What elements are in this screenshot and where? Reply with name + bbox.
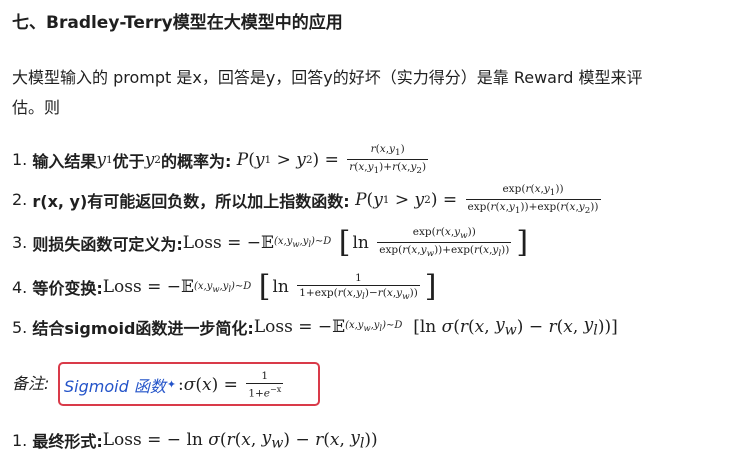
formula-final: Loss = − ln σ(r(x, yw) − r(x, yl))	[102, 428, 378, 452]
note-row: 备注:	[12, 362, 57, 406]
intro-text-line1: 大模型输入的 prompt 是x，回答是y，回答y的好坏（实力得分）是靠 Rew…	[12, 68, 643, 87]
item-number: 4.	[12, 277, 28, 297]
item-label-c: 的概率为:	[160, 151, 232, 171]
intro-text-line2: 估。则	[12, 98, 61, 117]
formula-exp-probability: P(y 1 > y 2) = exp(r(x,y1)) exp(r(x,y1))+ex…	[355, 183, 601, 217]
formula-sigmoid-loss: Loss = −𝔼 (x,yw,yl)∼D [ln σ(r(x, yw) − r(…	[253, 315, 618, 339]
item-number: 5.	[12, 317, 28, 337]
sigmoid-link[interactable]: Sigmoid 函数	[64, 373, 166, 397]
final-number: 1.	[12, 430, 28, 450]
math-y1: y1	[96, 149, 113, 170]
item-number: 2.	[12, 190, 28, 210]
item-label-b: 优于	[112, 151, 145, 171]
note-label: 备注:	[12, 374, 50, 393]
math-y2: y2	[144, 149, 161, 170]
item-label-a: 输入结果	[32, 151, 97, 171]
item-number: 1.	[12, 150, 28, 170]
final-label: 最终形式:	[32, 432, 103, 451]
final-formula: 1. 最终形式: Loss = − ln σ(r(x, yw) − r(x, y…	[12, 428, 378, 452]
note-content: Sigmoid 函数 ✦ : σ(x) = 1 1+e−x	[64, 370, 286, 400]
item-number: 3.	[12, 233, 28, 253]
formula-item-1: 1. 输入结果 y1 优于 y2 的概率为: P(y 1 > y 2) = r(x,…	[12, 143, 431, 176]
formula-probability: P(y 1 > y 2) = r(x,y1) r(x,y1)+r(x,y2)	[236, 143, 429, 177]
sparkle-icon: ✦	[166, 378, 177, 392]
formula-item-3: 3. 则损失函数可定义为: Loss = −𝔼 (x,yw,yl)∼D [ln e…	[12, 226, 530, 259]
formula-item-5: 5. 结合sigmoid函数进一步简化: Loss = −𝔼 (x,yw,yl)∼…	[12, 315, 618, 339]
formula-loss: Loss = −𝔼 (x,yw,yl)∼D [ln exp(r(x,yw)) exp…	[182, 224, 529, 260]
item-label: 结合sigmoid函数进一步简化:	[32, 319, 254, 338]
formula-item-4: 4. 等价变换: Loss = −𝔼 (x,yw,yl)∼D [ln 1 1+exp…	[12, 269, 439, 305]
formula-item-2: 2. r(x, y)有可能返回负数，所以加上指数函数: P(y 1 > y 2) =…	[12, 183, 604, 216]
item-label: 则损失函数可定义为:	[32, 234, 183, 254]
formula-sigmoid-def: : σ(x) = 1 1+e−x	[178, 370, 284, 400]
formula-equivalent: Loss = −𝔼 (x,yw,yl)∼D [ln 1 1+exp(r(x,yl)−…	[102, 269, 437, 305]
item-label: r(x, y)有可能返回负数，所以加上指数函数:	[32, 191, 350, 211]
item-label: 等价变换:	[32, 279, 103, 299]
section-heading: 七、Bradley-Terry模型在大模型中的应用	[12, 13, 343, 33]
